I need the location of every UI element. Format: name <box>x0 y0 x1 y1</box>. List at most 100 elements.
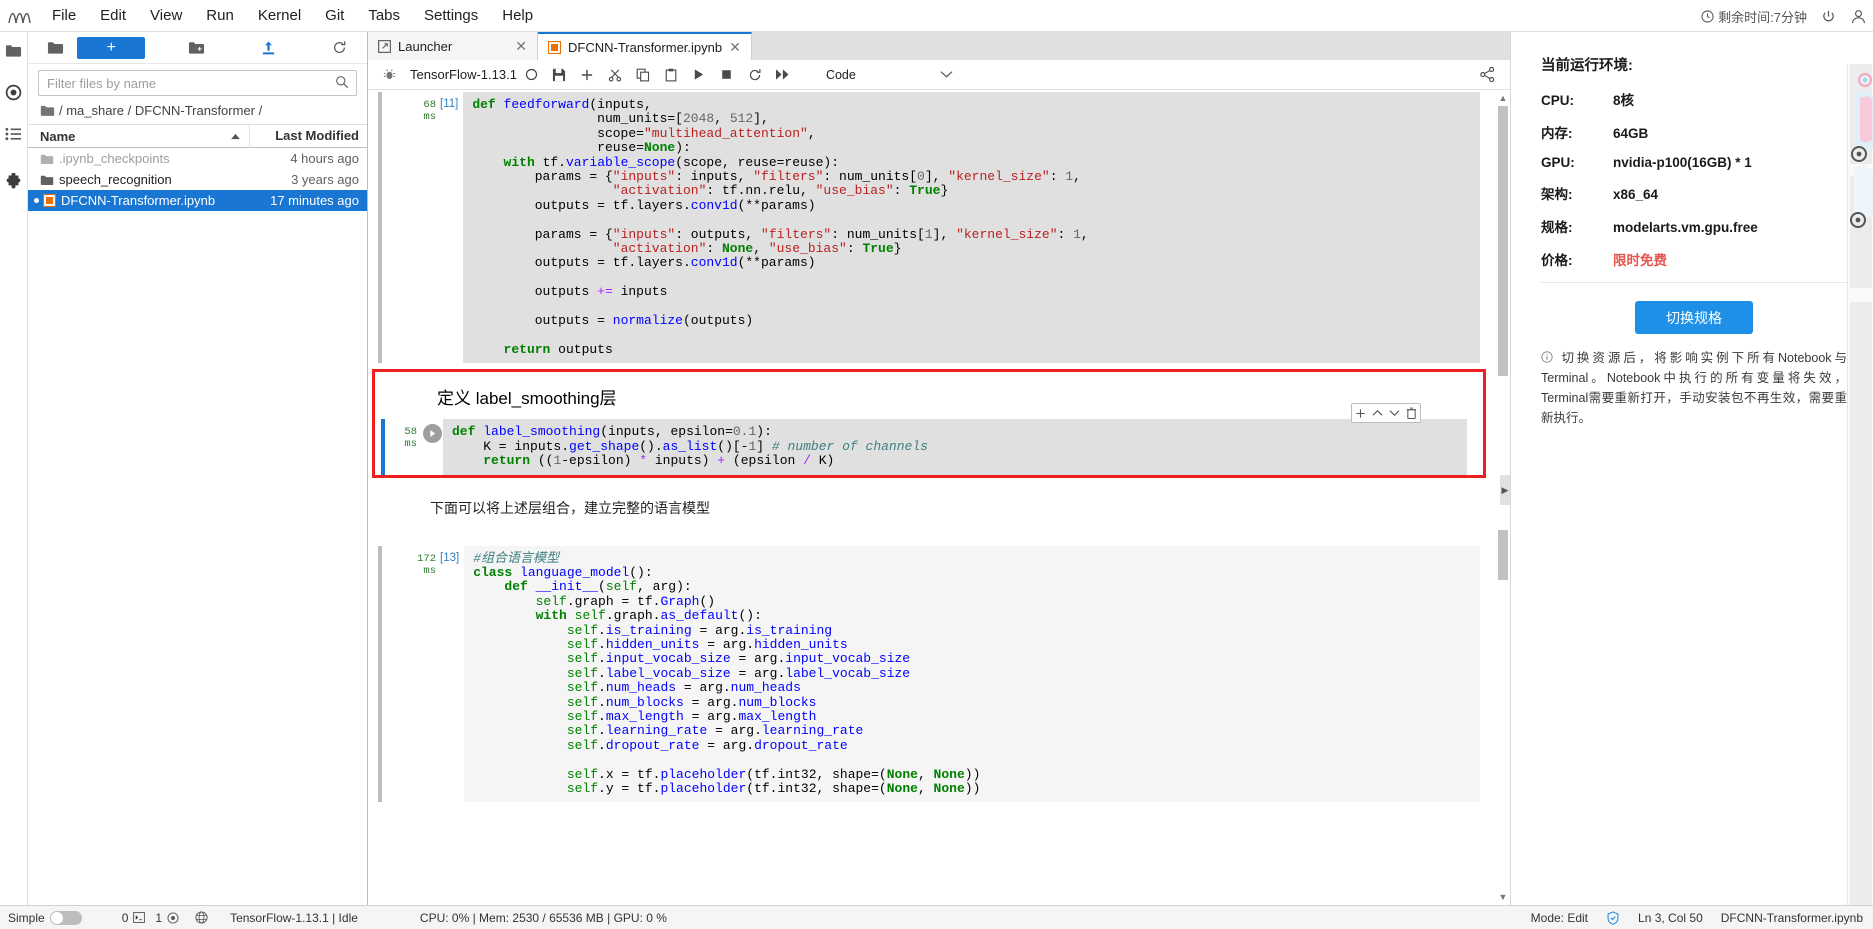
terminal-count: 0 <box>121 910 129 925</box>
chevron-down-icon[interactable] <box>940 70 953 79</box>
notebook-cell-label-smoothing[interactable]: 58 ms def label_smoothing(inputs, epsilo… <box>375 403 1483 475</box>
scroll-up-arrow-icon[interactable]: ▲ <box>1498 92 1508 104</box>
scrollbar-thumb-upper[interactable] <box>1498 106 1508 376</box>
folder-icon[interactable] <box>34 35 77 61</box>
delete-cell-icon[interactable] <box>1403 404 1420 422</box>
cell-source-code[interactable]: #组合语言模型 class language_model(): def __in… <box>464 545 1480 803</box>
runtime-row-memory: 内存: 64GB <box>1541 122 1847 142</box>
cut-cell-button[interactable] <box>602 63 628 87</box>
copy-cell-button[interactable] <box>630 63 656 87</box>
close-icon[interactable]: ✕ <box>515 38 527 55</box>
filter-files-input[interactable] <box>38 70 357 96</box>
status-filename-label: DFCNN-Transformer.ipynb <box>1720 910 1863 925</box>
runtime-row-cpu: CPU: 8核 <box>1541 89 1847 109</box>
menu-file[interactable]: File <box>40 0 88 32</box>
menu-tabs[interactable]: Tabs <box>356 0 412 32</box>
menu-edit[interactable]: Edit <box>88 0 138 32</box>
run-cell-inline-button[interactable] <box>422 424 442 444</box>
breadcrumb[interactable]: / ma_share / DFCNN-Transformer / <box>28 100 367 124</box>
new-launcher-button[interactable]: + <box>77 36 146 59</box>
scroll-down-arrow-icon[interactable]: ▼ <box>1498 891 1508 903</box>
cell-source-code[interactable]: def label_smoothing(inputs, epsilon=0.1)… <box>443 419 1467 475</box>
runtime-value: x86_64 <box>1613 187 1659 202</box>
paste-cell-button[interactable] <box>658 63 684 87</box>
collapse-right-panel-handle[interactable]: ▶ <box>1500 475 1510 505</box>
main-area: Launcher ✕ DFCNN-Transformer.ipynb ✕ Ten… <box>368 32 1510 905</box>
file-modified: 17 minutes ago <box>270 193 359 208</box>
folder-icon[interactable] <box>4 40 24 60</box>
tab-dfcnn-transformer-notebook[interactable]: DFCNN-Transformer.ipynb ✕ <box>538 32 752 60</box>
notebook-cell-language-model[interactable]: 172 ms [13] #组合语言模型 class language_model… <box>368 545 1496 803</box>
tab-launcher[interactable]: Launcher ✕ <box>368 32 538 60</box>
column-label-name: Name <box>40 128 76 144</box>
kernel-name-label[interactable]: TensorFlow-1.13.1 <box>404 67 523 82</box>
file-row-dfcnn-transformer-notebook[interactable]: DFCNN-Transformer.ipynb 17 minutes ago <box>28 190 367 211</box>
menu-kernel[interactable]: Kernel <box>246 0 313 32</box>
extension-puzzle-icon[interactable] <box>4 172 24 192</box>
commands-list-icon[interactable] <box>4 124 24 144</box>
markdown-cell-heading[interactable]: 定义 label_smoothing层 <box>375 372 1483 419</box>
left-activity-bar <box>0 32 28 905</box>
insert-cell-below-icon[interactable] <box>1352 404 1369 422</box>
shield-check-icon[interactable] <box>1606 910 1620 925</box>
interrupt-kernel-button[interactable] <box>714 63 740 87</box>
new-folder-icon[interactable] <box>175 35 218 61</box>
scrollbar-thumb-lower[interactable] <box>1498 530 1508 580</box>
resource-usage-text: CPU: 0% | Mem: 2530 / 65536 MB | GPU: 0 … <box>419 910 667 925</box>
notebook-scroll-area[interactable]: 68 ms [11] def feedforward(inputs, num_u… <box>368 90 1510 905</box>
tab-label: Launcher <box>398 38 453 54</box>
menu-git[interactable]: Git <box>313 0 356 32</box>
menu-settings[interactable]: Settings <box>412 0 490 32</box>
cell-exec-time: 58 <box>404 426 417 439</box>
restart-run-all-button[interactable] <box>770 63 796 87</box>
file-name: .ipynb_checkpoints <box>59 151 170 166</box>
file-list-header: Name Last Modified <box>28 124 367 148</box>
insert-cell-button[interactable] <box>574 63 600 87</box>
notebook-icon <box>43 194 56 207</box>
file-row-ipynb-checkpoints[interactable]: .ipynb_checkpoints 4 hours ago <box>28 148 367 169</box>
running-indicator-dot <box>34 198 39 203</box>
cell-exec-time-unit: ms <box>423 111 436 124</box>
runtime-key: 规格: <box>1541 220 1573 235</box>
highlighted-region: 定义 label_smoothing层 58 ms def label_smoo… <box>372 369 1486 478</box>
globe-icon[interactable] <box>195 911 208 924</box>
menu-help[interactable]: Help <box>490 0 545 32</box>
restart-kernel-button[interactable] <box>742 63 768 87</box>
toggle-knob <box>50 911 63 924</box>
save-button[interactable] <box>546 63 572 87</box>
cell-exec-time-unit: ms <box>404 438 417 451</box>
terminal-count-group[interactable]: 0 <box>122 911 146 925</box>
terminal-icon <box>133 912 146 923</box>
file-row-speech-recognition[interactable]: speech_recognition 3 years ago <box>28 169 367 190</box>
menu-view[interactable]: View <box>138 0 194 32</box>
run-cell-button[interactable] <box>686 63 712 87</box>
cell-source-code[interactable]: def feedforward(inputs, num_units=[2048,… <box>463 92 1480 364</box>
markdown-cell-description[interactable]: 下面可以将上述层组合，建立完整的语言模型 <box>368 484 1496 528</box>
move-cell-down-icon[interactable] <box>1386 404 1403 422</box>
menu-run[interactable]: Run <box>194 0 246 32</box>
runtime-row-arch: 架构: x86_64 <box>1541 183 1847 203</box>
debug-bug-icon[interactable] <box>376 63 402 87</box>
upload-icon[interactable] <box>247 35 290 61</box>
share-icon[interactable] <box>1479 66 1496 83</box>
runtime-value: 64GB <box>1613 126 1649 141</box>
kernel-count-group[interactable]: 1 <box>155 911 179 925</box>
user-account-icon[interactable] <box>1850 8 1867 25</box>
close-icon[interactable]: ✕ <box>729 39 741 56</box>
column-header-last-modified[interactable]: Last Modified <box>249 124 367 148</box>
simple-mode-toggle-group[interactable]: Simple <box>8 910 82 925</box>
notebook-toolbar: TensorFlow-1.13.1 Code <box>368 60 1510 90</box>
move-cell-up-icon[interactable] <box>1369 404 1386 422</box>
switch-flavor-button[interactable]: 切换规格 <box>1635 301 1753 334</box>
folder-icon <box>40 104 55 117</box>
runtime-info-panel: 当前运行环境: CPU: 8核 内存: 64GB GPU: nvidia-p10… <box>1510 32 1873 905</box>
running-terminals-icon[interactable] <box>4 82 24 102</box>
tab-label: DFCNN-Transformer.ipynb <box>568 39 723 55</box>
simple-mode-toggle[interactable] <box>49 910 82 925</box>
power-icon[interactable] <box>1821 9 1836 24</box>
cell-type-select[interactable]: Code <box>819 63 912 86</box>
jupyterlab-window: File Edit View Run Kernel Git Tabs Setti… <box>0 0 1873 929</box>
refresh-icon[interactable] <box>318 35 361 61</box>
notebook-cell-feedforward[interactable]: 68 ms [11] def feedforward(inputs, num_u… <box>368 92 1496 364</box>
column-header-name[interactable]: Name <box>28 129 249 144</box>
